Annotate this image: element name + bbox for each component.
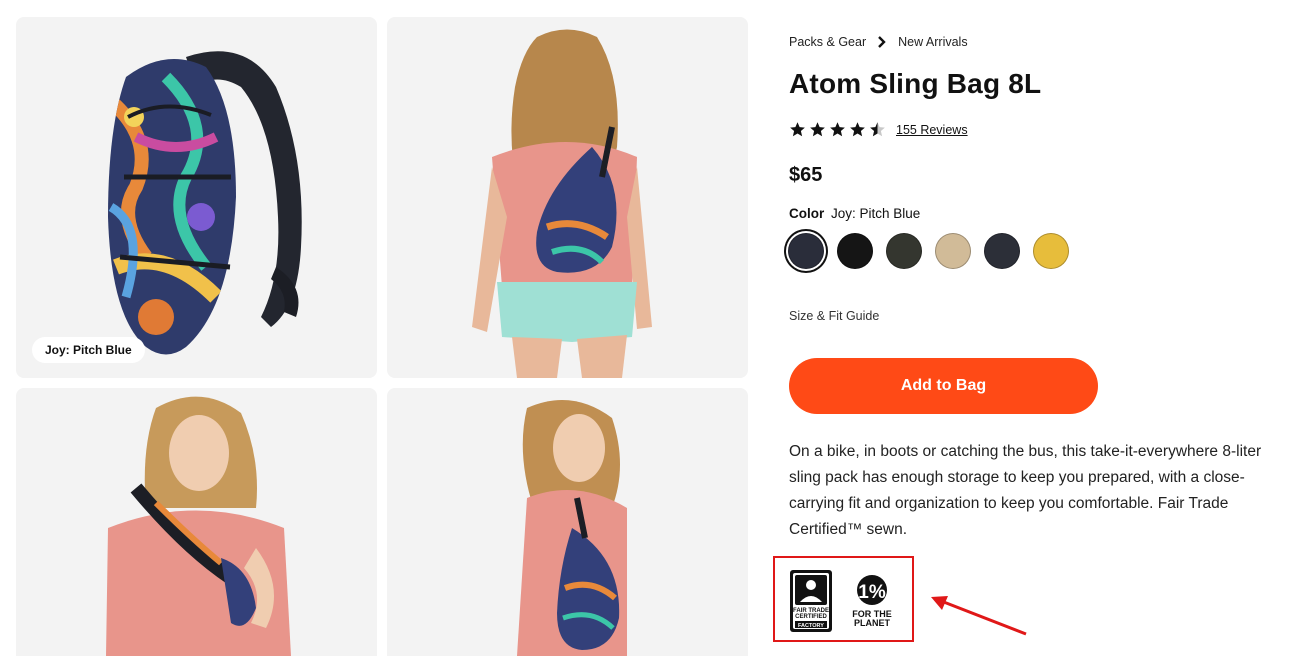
breadcrumb-packs-gear[interactable]: Packs & Gear bbox=[789, 35, 866, 49]
color-swatch[interactable] bbox=[788, 233, 824, 269]
fair-trade-line-3: FACTORY bbox=[798, 623, 824, 629]
color-swatch[interactable] bbox=[1033, 233, 1069, 269]
model-side-photo bbox=[517, 400, 627, 656]
certification-badges-highlight: FAIR TRADE CERTIFIED FACTORY 1% FOR THE … bbox=[773, 556, 914, 642]
color-label: Color Joy: Pitch Blue bbox=[789, 206, 920, 221]
star-rating bbox=[789, 121, 886, 138]
one-percent-planet-icon: 1% FOR THE PLANET bbox=[852, 575, 892, 628]
star-full-icon bbox=[810, 122, 825, 137]
star-full-icon bbox=[830, 122, 845, 137]
chevron-right-icon bbox=[878, 36, 886, 48]
breadcrumb: Packs & Gear New Arrivals bbox=[789, 35, 968, 49]
product-gallery: Joy: Pitch Blue bbox=[16, 17, 749, 656]
red-arrow-icon bbox=[931, 596, 1027, 636]
fair-trade-line-2: CERTIFIED bbox=[795, 614, 827, 620]
one-percent-mark: 1% bbox=[858, 582, 886, 603]
gallery-image-model-side[interactable] bbox=[387, 388, 748, 656]
selected-color-name: Joy: Pitch Blue bbox=[831, 206, 921, 221]
star-half-icon bbox=[870, 122, 885, 137]
star-full-icon bbox=[790, 122, 805, 137]
product-title: Atom Sling Bag 8L bbox=[789, 68, 1042, 99]
gallery-image-bag[interactable]: Joy: Pitch Blue bbox=[16, 17, 377, 378]
add-to-bag-button[interactable]: Add to Bag bbox=[789, 358, 1098, 414]
size-fit-guide-link[interactable]: Size & Fit Guide bbox=[789, 309, 879, 323]
fair-trade-certified-icon: FAIR TRADE CERTIFIED FACTORY bbox=[790, 570, 832, 632]
color-swatch[interactable] bbox=[935, 233, 971, 269]
product-price: $65 bbox=[789, 164, 823, 186]
color-swatch[interactable] bbox=[886, 233, 922, 269]
model-front-photo bbox=[106, 396, 291, 656]
gallery-image-model-back[interactable] bbox=[387, 17, 748, 378]
product-description: On a bike, in boots or catching the bus,… bbox=[789, 443, 1262, 538]
gallery-image-model-front[interactable] bbox=[16, 388, 377, 656]
color-swatches bbox=[788, 233, 1082, 269]
variant-label-chip: Joy: Pitch Blue bbox=[32, 337, 145, 363]
rating-row: 155 Reviews bbox=[789, 121, 968, 138]
planet-line-2: PLANET bbox=[854, 618, 891, 628]
model-back-photo bbox=[472, 29, 652, 378]
star-full-icon bbox=[850, 122, 865, 137]
color-swatch[interactable] bbox=[984, 233, 1020, 269]
bag-product-photo bbox=[108, 51, 302, 355]
breadcrumb-new-arrivals[interactable]: New Arrivals bbox=[898, 35, 967, 49]
reviews-link[interactable]: 155 Reviews bbox=[896, 123, 968, 137]
color-swatch[interactable] bbox=[837, 233, 873, 269]
color-heading: Color bbox=[789, 206, 825, 221]
